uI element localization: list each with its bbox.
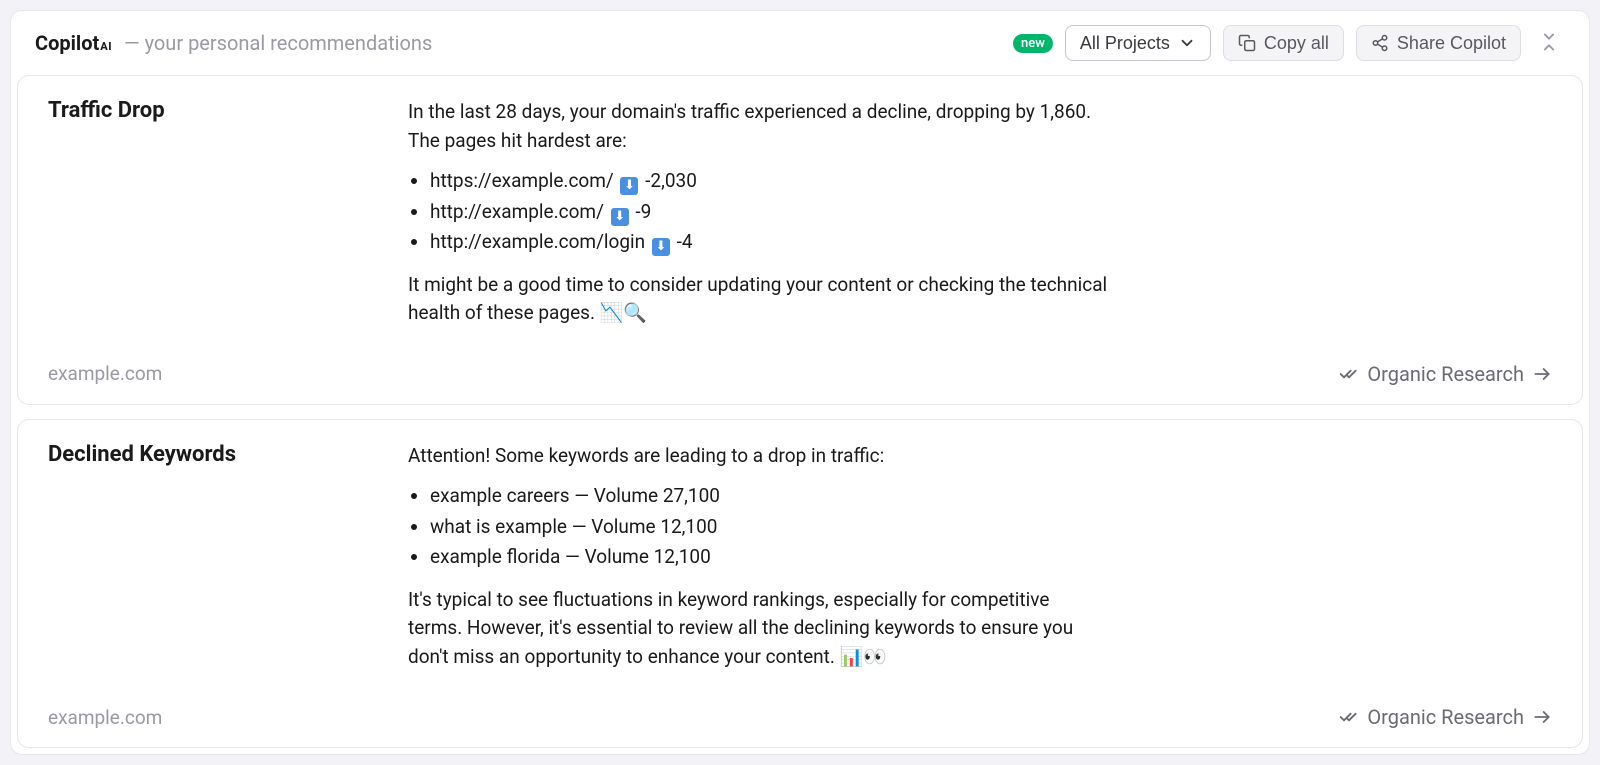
- card-declined-keywords: Declined Keywords Attention! Some keywor…: [17, 419, 1583, 749]
- chevron-down-icon: [1178, 34, 1196, 52]
- organic-research-label: Organic Research: [1367, 362, 1524, 386]
- project-selector[interactable]: All Projects: [1065, 25, 1211, 61]
- header: CopilotAI — your personal recommendation…: [11, 11, 1589, 75]
- down-arrow-icon: ⬇: [611, 208, 629, 226]
- card-traffic-drop: Traffic Drop In the last 28 days, your d…: [17, 75, 1583, 405]
- list-item: https://example.com/ ⬇ -2,030: [430, 167, 1108, 196]
- new-badge: new: [1013, 34, 1053, 53]
- copilot-panel: CopilotAI — your personal recommendation…: [10, 10, 1590, 755]
- card-intro: Attention! Some keywords are leading to …: [408, 442, 1108, 471]
- card-domain: example.com: [48, 706, 162, 729]
- app-title-sup: AI: [100, 40, 112, 53]
- card-body: Attention! Some keywords are leading to …: [408, 442, 1108, 684]
- share-icon: [1371, 34, 1389, 52]
- double-check-icon: [1339, 364, 1359, 384]
- organic-research-label: Organic Research: [1367, 705, 1524, 729]
- double-check-icon: [1339, 707, 1359, 727]
- share-button[interactable]: Share Copilot: [1356, 25, 1521, 61]
- card-title: Traffic Drop: [48, 98, 388, 340]
- organic-research-link[interactable]: Organic Research: [1339, 362, 1552, 386]
- card-outro: It's typical to see fluctuations in keyw…: [408, 586, 1108, 672]
- card-item-list: https://example.com/ ⬇ -2,030 http://exa…: [430, 167, 1108, 257]
- arrow-right-icon: [1532, 707, 1552, 727]
- copy-all-button[interactable]: Copy all: [1223, 25, 1344, 61]
- card-title: Declined Keywords: [48, 442, 388, 684]
- card-item-list: example careers — Volume 27,100 what is …: [430, 482, 1108, 572]
- list-item: http://example.com/ ⬇ -9: [430, 198, 1108, 227]
- card-domain: example.com: [48, 362, 162, 385]
- card-body: In the last 28 days, your domain's traff…: [408, 98, 1108, 340]
- list-item: example careers — Volume 27,100: [430, 482, 1108, 511]
- project-selector-label: All Projects: [1080, 34, 1170, 52]
- list-item: what is example — Volume 12,100: [430, 513, 1108, 542]
- collapse-icon: [1539, 32, 1559, 52]
- list-item: example florida — Volume 12,100: [430, 543, 1108, 572]
- cards-container: Traffic Drop In the last 28 days, your d…: [11, 75, 1589, 754]
- card-outro: It might be a good time to consider upda…: [408, 271, 1108, 328]
- copy-icon: [1238, 34, 1256, 52]
- card-footer: example.com Organic Research: [48, 356, 1552, 386]
- card-footer: example.com Organic Research: [48, 699, 1552, 729]
- organic-research-link[interactable]: Organic Research: [1339, 705, 1552, 729]
- share-label: Share Copilot: [1397, 34, 1506, 52]
- list-item: http://example.com/login ⬇ -4: [430, 228, 1108, 257]
- copy-all-label: Copy all: [1264, 34, 1329, 52]
- app-subtitle: — your personal recommendations: [124, 31, 432, 55]
- close-button[interactable]: [1533, 26, 1565, 61]
- app-title: CopilotAI: [35, 31, 112, 55]
- app-title-main: Copilot: [35, 31, 99, 55]
- arrow-right-icon: [1532, 364, 1552, 384]
- down-arrow-icon: ⬇: [620, 177, 638, 195]
- card-intro: In the last 28 days, your domain's traff…: [408, 98, 1108, 155]
- down-arrow-icon: ⬇: [652, 238, 670, 256]
